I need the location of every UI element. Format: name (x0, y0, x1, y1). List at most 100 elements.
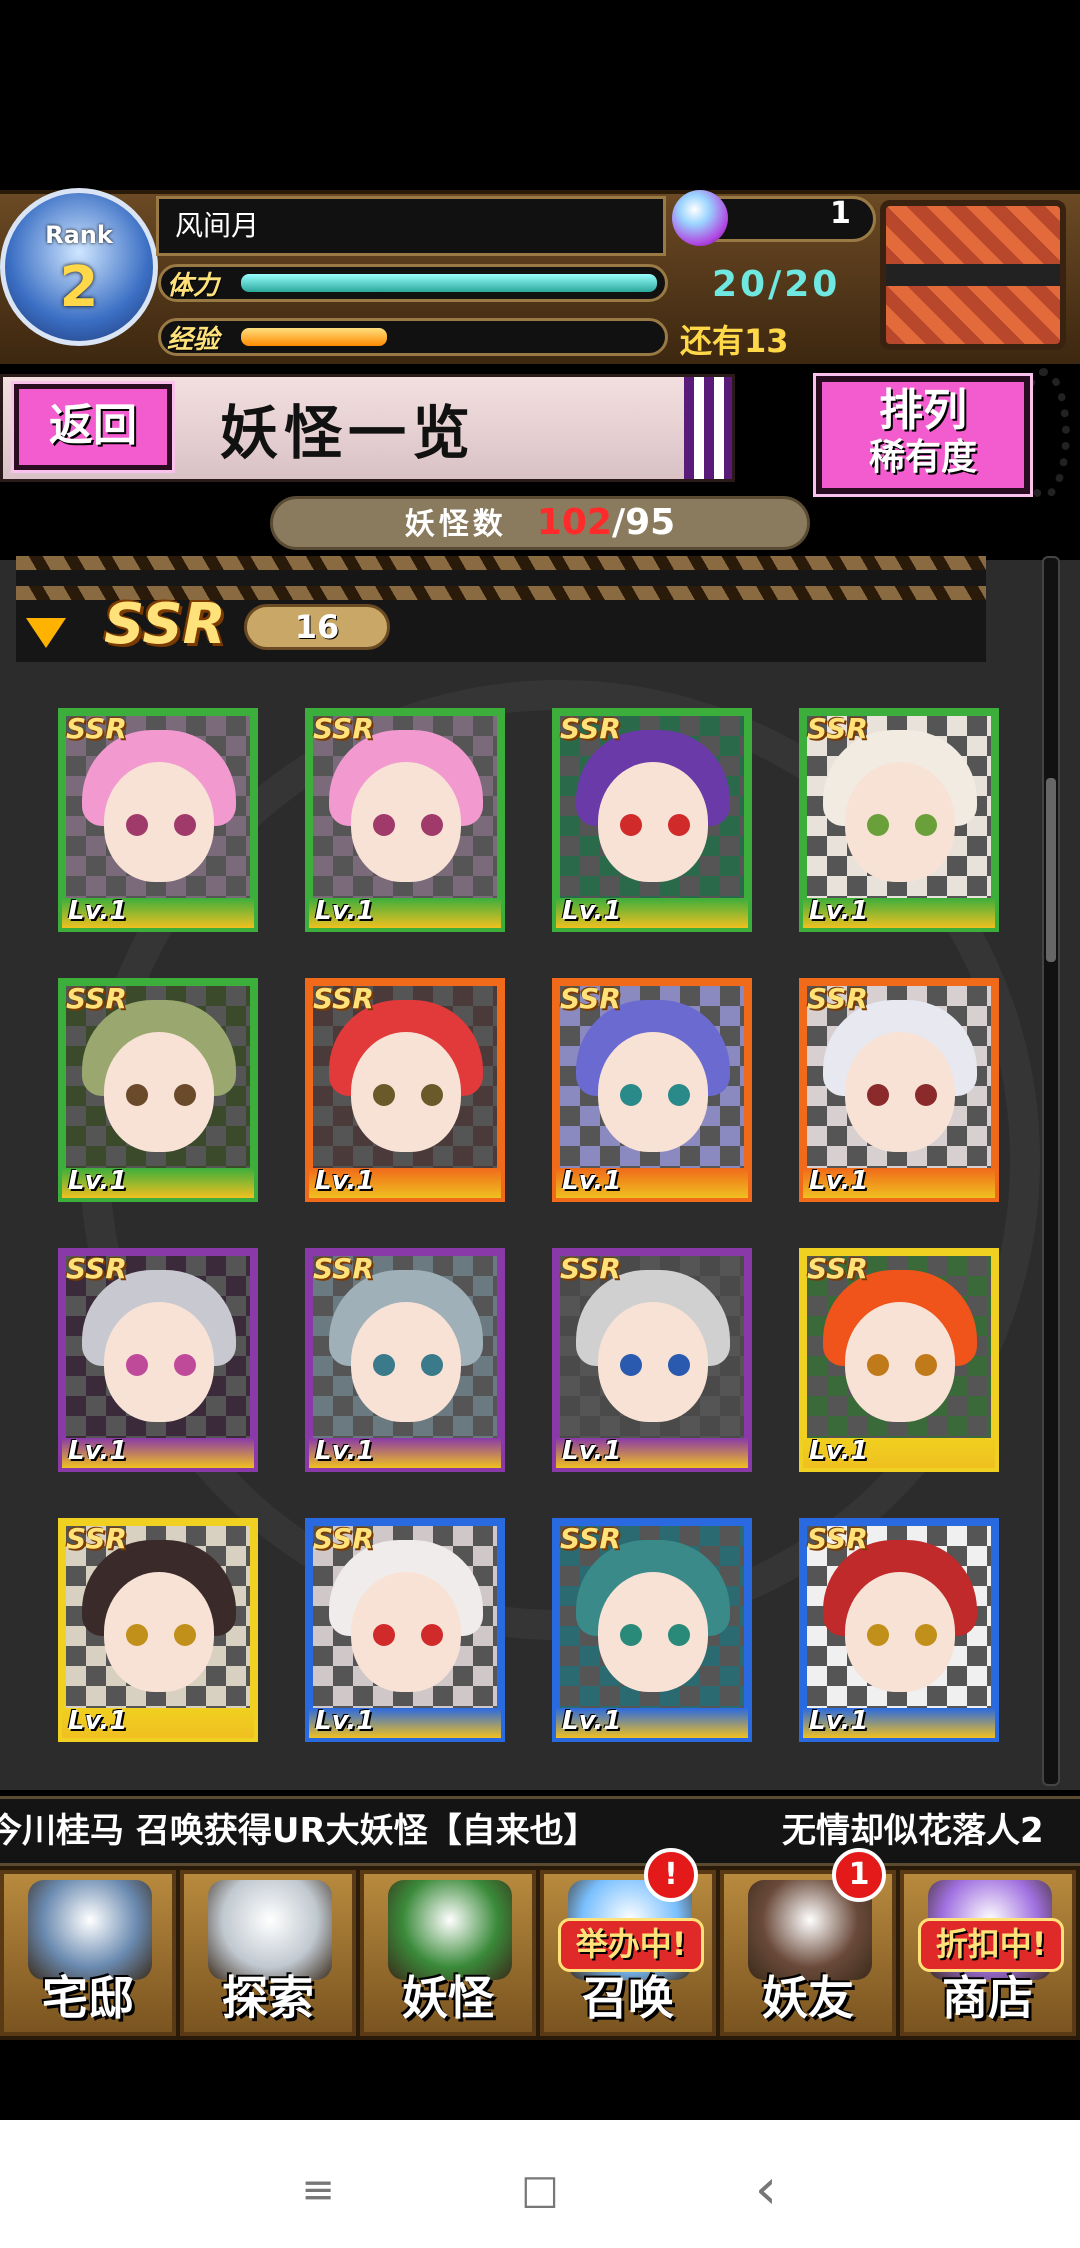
rope-decoration (16, 556, 986, 570)
treasure-chest-icon[interactable] (880, 200, 1066, 350)
monster-card[interactable]: Lv.1 SSR (305, 978, 505, 1202)
portrait-face (598, 762, 708, 882)
portrait-eye (373, 1084, 395, 1106)
card-level: Lv.1 (809, 896, 869, 926)
count-separator: / (611, 502, 626, 543)
monster-card[interactable]: Lv.1 SSR (799, 1518, 999, 1742)
portrait-eye (174, 1354, 196, 1376)
monster-portrait (807, 1256, 991, 1450)
card-level: Lv.1 (315, 1166, 375, 1196)
home-icon[interactable]: □ (510, 2160, 570, 2220)
card-level: Lv.1 (315, 1436, 375, 1466)
monster-card[interactable]: Lv.1 SSR (58, 1248, 258, 1472)
stamina-fill (241, 274, 657, 292)
portrait-eye (668, 1624, 690, 1646)
portrait-face (104, 1032, 214, 1152)
portrait-face (845, 762, 955, 882)
spirit-orb-icon (672, 190, 728, 246)
card-rarity: SSR (560, 1522, 621, 1555)
card-rarity: SSR (66, 1522, 127, 1555)
card-rarity: SSR (560, 982, 621, 1015)
nav-button[interactable]: 妖怪 (360, 1870, 536, 2036)
monster-card[interactable]: Lv.1 SSR (552, 978, 752, 1202)
portrait-face (845, 1572, 955, 1692)
portrait-eye (867, 814, 889, 836)
monster-portrait (313, 986, 497, 1180)
card-rarity: SSR (313, 1252, 374, 1285)
card-level: Lv.1 (562, 1436, 622, 1466)
monster-card[interactable]: Lv.1 SSR (552, 1248, 752, 1472)
notification-badge: ! (644, 1848, 698, 1902)
portrait-face (351, 1572, 461, 1692)
nav-button[interactable]: 探索 (180, 1870, 356, 2036)
portrait-eye (126, 1084, 148, 1106)
sort-button[interactable]: 排列 稀有度 (813, 373, 1033, 497)
monster-portrait (313, 716, 497, 910)
card-rarity: SSR (66, 1252, 127, 1285)
monster-card[interactable]: Lv.1 SSR (799, 1248, 999, 1472)
monster-portrait (66, 986, 250, 1180)
nav-label: 商店 (942, 1971, 1034, 2025)
portrait-face (104, 1302, 214, 1422)
exp-bar: 经验 (158, 318, 668, 356)
portrait-face (598, 1302, 708, 1422)
portrait-eye (421, 1624, 443, 1646)
monster-card[interactable]: Lv.1 SSR (305, 1248, 505, 1472)
card-rarity: SSR (807, 1522, 868, 1555)
portrait-eye (915, 1084, 937, 1106)
monster-portrait (807, 1526, 991, 1720)
card-level: Lv.1 (68, 1166, 128, 1196)
monster-card[interactable]: Lv.1 SSR (58, 1518, 258, 1742)
monster-card[interactable]: Lv.1 SSR (305, 708, 505, 932)
nav-label: 探索 (222, 1971, 314, 2025)
nav-button[interactable]: 妖友 1 (720, 1848, 896, 2036)
monster-card[interactable]: Lv.1 SSR (552, 1518, 752, 1742)
card-rarity: SSR (807, 982, 868, 1015)
portrait-face (104, 762, 214, 882)
portrait-eye (867, 1354, 889, 1376)
card-level: Lv.1 (809, 1436, 869, 1466)
monster-card[interactable]: Lv.1 SSR (58, 708, 258, 932)
nav-button[interactable]: 折扣中! 商店 (900, 1870, 1076, 2036)
monster-card[interactable]: Lv.1 SSR (552, 708, 752, 932)
collapse-arrow-icon[interactable] (26, 618, 66, 648)
scrollbar-thumb[interactable] (1046, 778, 1056, 962)
stamina-label: 体力 (167, 271, 220, 301)
exp-remaining: 还有13 (680, 322, 789, 360)
portrait-eye (174, 1624, 196, 1646)
nav-label: 宅邸 (42, 1971, 134, 2025)
count-label: 妖怪数 (404, 507, 507, 542)
back-icon[interactable]: ‹ (736, 2160, 796, 2220)
portrait-eye (915, 1624, 937, 1646)
monster-card[interactable]: Lv.1 SSR (58, 978, 258, 1202)
nav-button[interactable]: 举办中! 召唤! (540, 1848, 716, 2036)
scrollbar[interactable] (1042, 556, 1060, 1786)
banner-stripe (684, 377, 732, 479)
monster-card[interactable]: Lv.1 SSR (799, 978, 999, 1202)
portrait-face (351, 1032, 461, 1152)
monster-portrait (560, 1526, 744, 1720)
monster-card[interactable]: Lv.1 SSR (799, 708, 999, 932)
rarity-badge: SSR (104, 592, 226, 657)
currency-value: 1 (830, 196, 851, 231)
nav-button[interactable]: 宅邸 (0, 1870, 176, 2036)
card-rarity: SSR (807, 712, 868, 745)
card-rarity: SSR (560, 1252, 621, 1285)
monster-portrait (560, 1256, 744, 1450)
notification-badge: 1 (832, 1848, 886, 1902)
portrait-eye (126, 814, 148, 836)
rank-emblem[interactable]: Rank 2 (0, 188, 158, 346)
monster-card[interactable]: Lv.1 SSR (305, 1518, 505, 1742)
exp-fill (241, 328, 387, 346)
monster-portrait (66, 716, 250, 910)
card-level: Lv.1 (68, 1436, 128, 1466)
portrait-face (351, 762, 461, 882)
portrait-eye (620, 1354, 642, 1376)
menu-icon[interactable]: ≡ (288, 2160, 348, 2220)
portrait-eye (126, 1624, 148, 1646)
card-rarity: SSR (560, 712, 621, 745)
card-rarity: SSR (66, 982, 127, 1015)
portrait-eye (620, 814, 642, 836)
back-button[interactable]: 返回 (11, 381, 175, 473)
card-level: Lv.1 (68, 896, 128, 926)
